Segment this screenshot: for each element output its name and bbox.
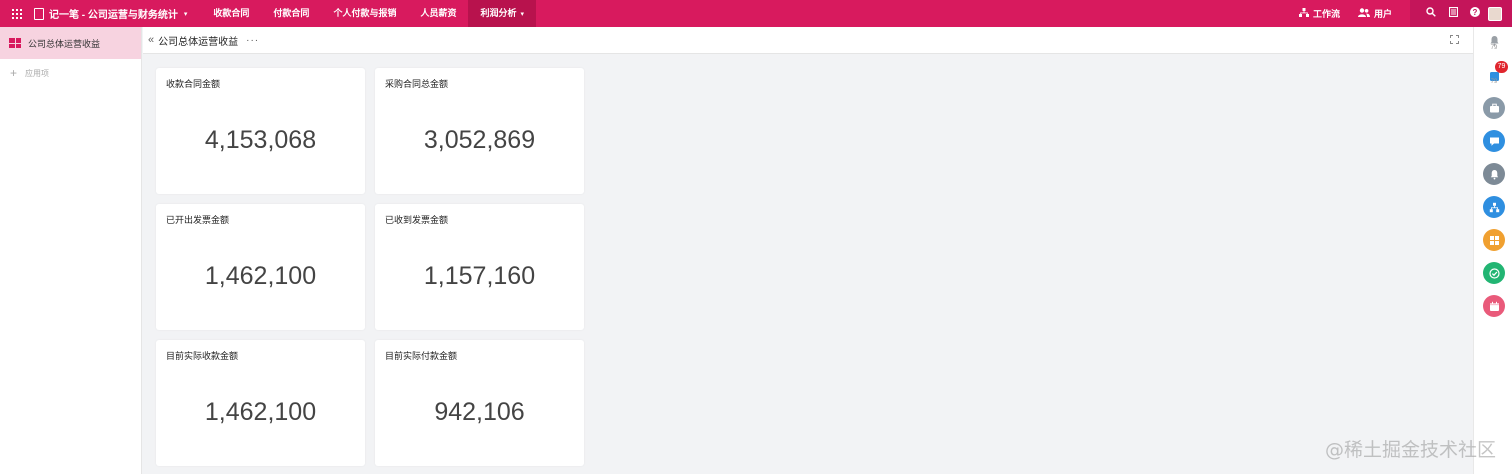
page-title: 公司总体运营收益	[158, 36, 239, 48]
plus-icon: +	[10, 66, 18, 80]
chevron-down-icon: ▾	[520, 11, 524, 18]
notify-count: 79	[1490, 45, 1498, 51]
users-label: 用户	[1373, 9, 1392, 19]
stat-card-invoices-received[interactable]: 已收到发票金额 1,157,160	[375, 204, 584, 330]
users-link[interactable]: 用户	[1357, 7, 1392, 20]
collapse-sidebar-icon[interactable]: «	[148, 34, 154, 46]
menu-item-payment-contracts[interactable]: 付款合同	[261, 0, 321, 27]
task-count: 79	[1490, 79, 1498, 85]
stat-card-actual-received[interactable]: 目前实际收款金额 1,462,100	[156, 340, 365, 466]
document-icon[interactable]	[1442, 6, 1464, 20]
svg-text:?: ?	[1473, 8, 1478, 17]
menu-item-profit-analysis-label: 利润分析	[480, 8, 517, 18]
stat-card-label: 收款合同金额	[166, 79, 221, 89]
stat-card-value: 942,106	[434, 398, 525, 426]
main-menu: 收款合同 付款合同 个人付款与报销 人员薪资 利润分析 ▾	[201, 0, 536, 27]
unread-badge: 79	[1495, 61, 1508, 73]
menu-item-personal-payments[interactable]: 个人付款与报销	[321, 0, 408, 27]
chat-icon[interactable]	[1483, 130, 1505, 152]
stat-card-value: 1,157,160	[423, 262, 536, 290]
avatar[interactable]	[1488, 6, 1502, 21]
top-icon-zone: ?	[1410, 0, 1512, 27]
check-icon[interactable]	[1483, 262, 1505, 284]
book-icon	[34, 7, 44, 20]
stat-card-actual-paid[interactable]: 目前实际付款金额 942,106	[375, 340, 584, 466]
sidebar-item-overall-revenue[interactable]: 公司总体运营收益	[0, 27, 141, 59]
app-switcher[interactable]: 记一笔 - 公司运营与财务统计 ▾	[34, 0, 201, 27]
calendar-icon[interactable]	[1483, 295, 1505, 317]
stat-card-value: 4,153,068	[204, 126, 317, 154]
search-icon[interactable]	[1420, 7, 1442, 20]
stat-card-label: 目前实际付款金额	[385, 351, 458, 361]
stat-card-label: 已开出发票金额	[166, 215, 230, 225]
workflow-label: 工作流	[1312, 9, 1340, 19]
app-title: 记一笔 - 公司运营与财务统计	[49, 10, 178, 21]
menu-item-profit-analysis[interactable]: 利润分析 ▾	[468, 0, 536, 27]
menu-item-salaries[interactable]: 人员薪资	[408, 0, 468, 27]
page-header: « 公司总体运营收益 ···	[143, 27, 1473, 54]
briefcase-icon[interactable]	[1483, 97, 1505, 119]
add-app-item-button[interactable]: + 应用项	[0, 59, 141, 87]
stat-card-value: 1,462,100	[204, 262, 317, 290]
stat-card-value: 3,052,869	[423, 126, 536, 154]
stat-card-label: 已收到发票金额	[385, 215, 449, 225]
watermark: @稀土掘金技术社区	[1324, 439, 1496, 461]
menu-item-receivable-contracts[interactable]: 收款合同	[201, 0, 261, 27]
workflow-icon	[1298, 7, 1309, 20]
dashboard-icon	[9, 38, 21, 48]
stat-card-label: 目前实际收款金额	[166, 351, 239, 361]
sidebar: 公司总体运营收益 + 应用项	[0, 27, 142, 474]
help-icon[interactable]: ?	[1464, 7, 1486, 20]
workflow-link[interactable]: 工作流	[1298, 7, 1340, 20]
fullscreen-icon[interactable]	[1450, 35, 1459, 44]
apps-icon[interactable]	[1483, 229, 1505, 251]
right-toolbar: 79 79 79	[1473, 27, 1512, 474]
grid-icon[interactable]	[0, 0, 34, 27]
stat-card-purchase-contracts[interactable]: 采购合同总金额 3,052,869	[375, 68, 584, 194]
sidebar-item-label: 公司总体运营收益	[28, 38, 101, 49]
stat-card-label: 采购合同总金额	[385, 79, 449, 89]
org-icon[interactable]	[1483, 196, 1505, 218]
users-icon	[1357, 7, 1370, 20]
more-options-button[interactable]: ···	[246, 35, 259, 46]
top-bar: 记一笔 - 公司运营与财务统计 ▾ 收款合同 付款合同 个人付款与报销 人员薪资…	[0, 0, 1512, 27]
stat-card-value: 1,462,100	[204, 398, 317, 426]
top-right-actions: 工作流 用户 ?	[1298, 0, 1512, 27]
add-app-item-label: 应用项	[25, 68, 50, 78]
stat-card-invoices-issued[interactable]: 已开出发票金额 1,462,100	[156, 204, 365, 330]
chevron-down-icon: ▾	[183, 10, 188, 18]
notification-icon[interactable]	[1483, 163, 1505, 185]
stat-card-receivable-contracts[interactable]: 收款合同金额 4,153,068	[156, 68, 365, 194]
